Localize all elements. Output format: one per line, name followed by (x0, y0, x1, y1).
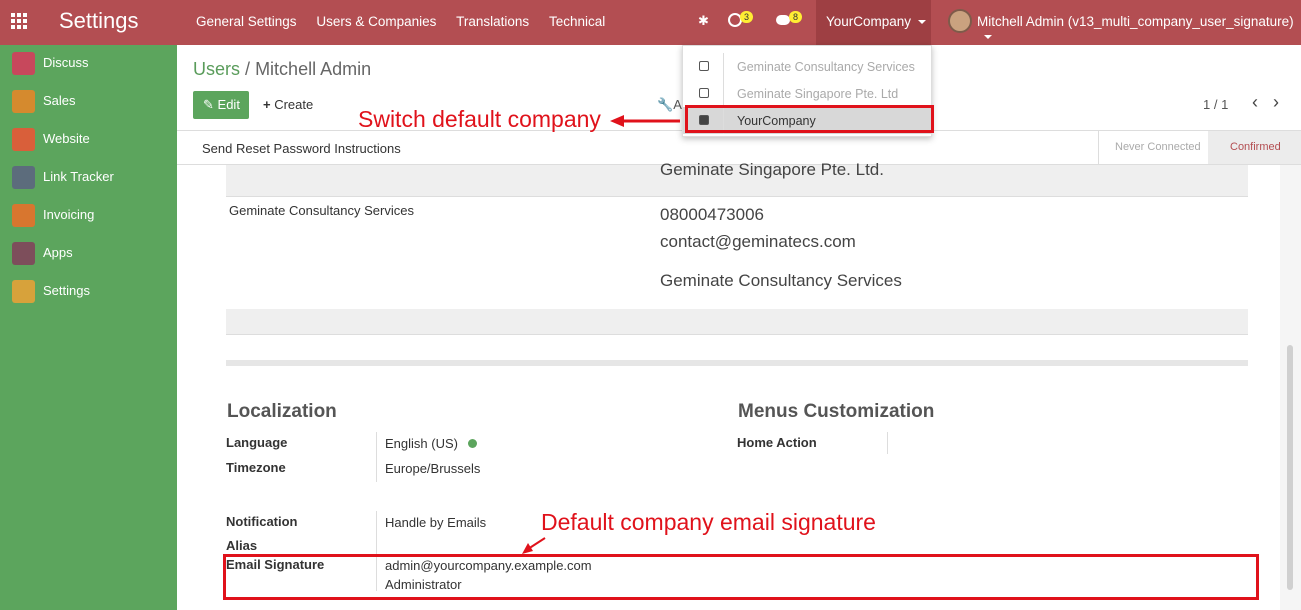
annotation-box-email-signature (223, 554, 1259, 600)
annotation-email-signature: Default company email signature (541, 509, 876, 535)
arrow-head-icon (610, 115, 624, 127)
arrow-head-icon (522, 543, 533, 554)
